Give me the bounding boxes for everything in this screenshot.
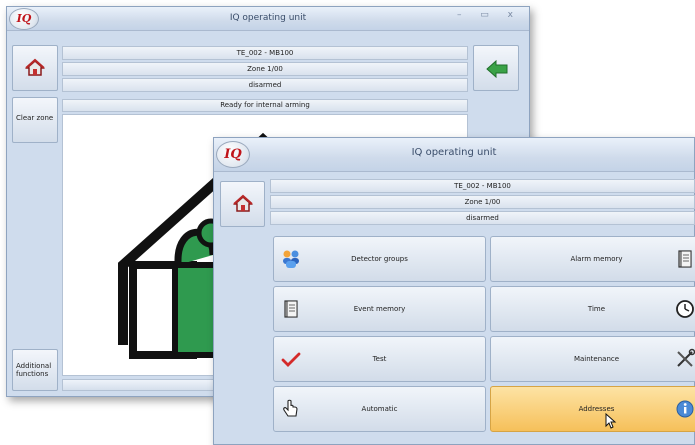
automatic-button[interactable]: Automatic [273,386,486,432]
back-titlebar: IQ IQ operating unit – ▭ x [7,7,529,31]
window-controls[interactable]: – ▭ x [457,10,521,20]
zone-bar: Zone 1/00 [270,195,695,209]
back-button[interactable] [473,45,519,91]
menu-label: Alarm memory [570,255,623,263]
additional-functions-label: Additional functions [16,362,52,378]
clear-zone-label: Clear zone [16,114,54,122]
back-arrow-icon [486,59,508,79]
addresses-button[interactable]: Addresses [490,386,695,432]
menu-grid: Detector groups Alarm memory Event memor… [270,232,695,445]
time-button[interactable]: Time [490,286,695,332]
alarm-memory-button[interactable]: Alarm memory [490,236,695,282]
status-message-bar: Ready for internal arming [62,99,468,112]
menu-label: Test [372,355,387,363]
front-titlebar: IQ IQ operating unit [214,138,694,172]
menu-label: Event memory [353,305,406,313]
window-title: IQ operating unit [229,13,307,23]
home-button[interactable] [220,181,265,227]
menu-label: Detector groups [351,255,408,263]
detector-groups-button[interactable]: Detector groups [273,236,486,282]
device-bar: TE_002 - MB100 [62,46,468,60]
menu-label: Time [587,305,606,313]
clear-zone-button[interactable]: Clear zone [12,97,58,143]
window-title: IQ operating unit [411,147,497,158]
home-button[interactable] [12,45,58,91]
additional-functions-button[interactable]: Additional functions [12,349,58,391]
house-icon [25,58,45,76]
front-window: IQ IQ operating unit TE_002 - MB100 Zone… [213,137,695,445]
house-icon [233,194,253,212]
device-bar: TE_002 - MB100 [270,179,695,193]
state-bar: disarmed [62,78,468,92]
menu-label: Maintenance [573,355,620,363]
menu-label: Addresses [578,405,615,413]
maintenance-button[interactable]: Maintenance [490,336,695,382]
test-button[interactable]: Test [273,336,486,382]
menu-label: Automatic [361,405,398,413]
state-bar: disarmed [270,211,695,225]
mouse-cursor-icon [605,413,617,429]
event-memory-button[interactable]: Event memory [273,286,486,332]
zone-bar: Zone 1/00 [62,62,468,76]
